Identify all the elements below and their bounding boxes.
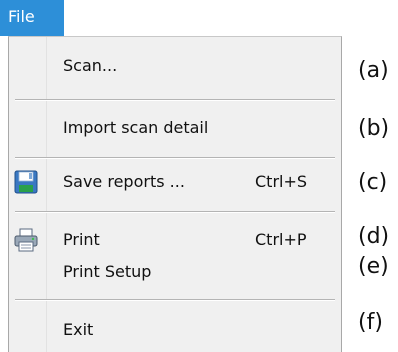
annotation-label-b: (b) — [358, 116, 390, 141]
file-dropdown-menu: Scan... Import scan detail Save reports … — [8, 36, 342, 352]
file-menu-label: File — [8, 7, 35, 26]
menu-separator — [15, 157, 335, 159]
menu-item-scan[interactable]: Scan... — [9, 51, 341, 83]
menu-item-save-reports[interactable]: Save reports ... Ctrl+S — [9, 167, 341, 199]
menu-separator — [15, 299, 335, 301]
menu-item-print-setup[interactable]: Print Setup — [9, 257, 341, 289]
menu-item-label: Scan... — [63, 56, 118, 75]
menu-item-label: Print Setup — [63, 262, 152, 281]
menu-item-exit[interactable]: Exit — [9, 315, 341, 347]
screenshot-stage: File Scan... Import scan detail Save rep… — [0, 0, 398, 352]
menu-item-shortcut: Ctrl+P — [255, 230, 307, 249]
menu-separator — [15, 211, 335, 213]
annotation-label-e: (e) — [358, 254, 389, 279]
menu-separator — [15, 99, 335, 101]
floppy-disk-icon — [13, 169, 39, 195]
menu-item-label: Print — [63, 230, 100, 249]
menu-item-label: Import scan detail — [63, 118, 209, 137]
printer-icon — [13, 227, 39, 253]
annotation-label-a: (a) — [358, 58, 389, 83]
menu-item-print[interactable]: Print Ctrl+P — [9, 225, 341, 257]
annotation-label-f: (f) — [358, 310, 383, 335]
annotation-label-d: (d) — [358, 224, 390, 249]
menu-item-label: Exit — [63, 320, 94, 339]
file-menu-tab[interactable]: File — [0, 0, 64, 36]
annotation-label-c: (c) — [358, 170, 388, 195]
menu-item-shortcut: Ctrl+S — [255, 172, 308, 191]
menu-item-import-scan-detail[interactable]: Import scan detail — [9, 113, 341, 145]
menu-item-label: Save reports ... — [63, 172, 185, 191]
